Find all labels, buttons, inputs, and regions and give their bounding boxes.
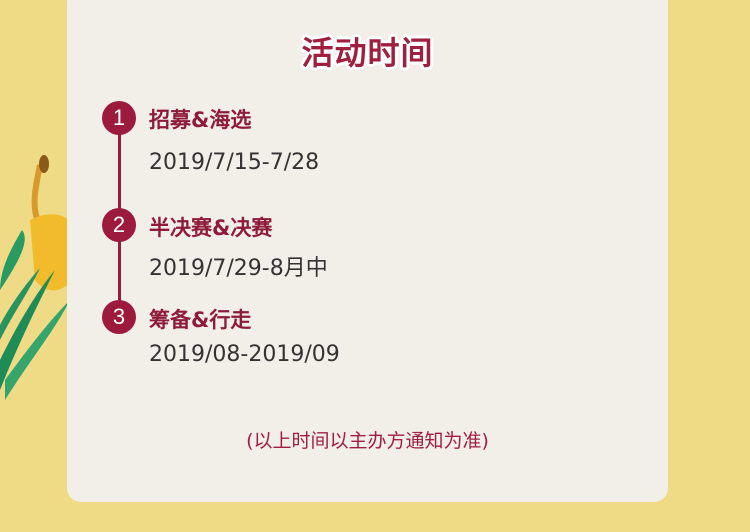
step-2-number-badge: 2: [102, 208, 136, 242]
step-2-label: 半决赛&决赛: [149, 216, 273, 240]
notice-text: (以上时间以主办方通知为准): [246, 430, 489, 452]
step-2-date: 2019/7/29-8月中: [149, 256, 328, 281]
step-3-date: 2019/08-2019/09: [149, 342, 340, 367]
step-1-number-badge: 1: [102, 101, 136, 135]
step-1-label: 招募&海选: [149, 108, 252, 132]
step-3-number-badge: 3: [102, 300, 136, 334]
step-3-label: 筹备&行走: [149, 308, 252, 332]
page-title: 活动时间: [301, 34, 434, 72]
step-1-date: 2019/7/15-7/28: [149, 150, 320, 175]
event-timeline-card: 活动时间 1 招募&海选 2019/7/15-7/28 2 半决赛&决赛 201…: [67, 0, 668, 502]
